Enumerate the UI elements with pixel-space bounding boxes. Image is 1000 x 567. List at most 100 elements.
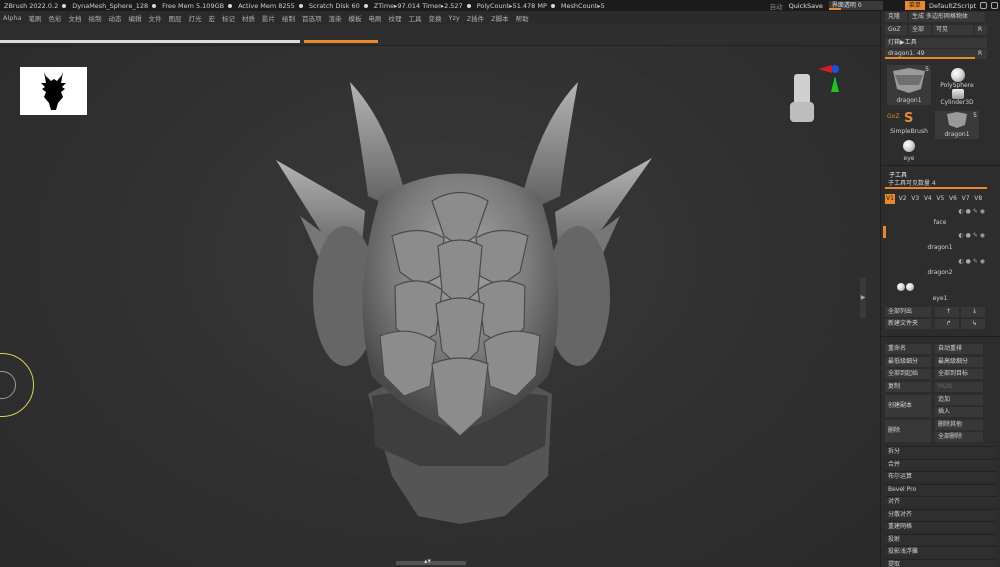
quicksave-button[interactable]: QuickSave xyxy=(789,2,823,10)
menu-item[interactable]: 渲染 xyxy=(328,13,341,23)
subtool-name: dragon2 xyxy=(927,269,953,276)
window-toggle-icon[interactable] xyxy=(991,2,998,9)
version-button-v5[interactable]: V5 xyxy=(935,194,945,204)
r-button[interactable]: R xyxy=(975,25,987,35)
title-bar: ZBrush 2022.0.2 DynaMesh_Sphere_128 Free… xyxy=(0,0,1000,11)
menu-item[interactable]: 影片 xyxy=(262,13,275,23)
section-header[interactable]: 投射 xyxy=(885,533,997,544)
make-polymesh-button[interactable]: 生成 多边形网格物体 xyxy=(909,12,985,22)
navigation-gizmo-icon[interactable] xyxy=(780,64,844,134)
menu-item[interactable]: Alpha xyxy=(3,14,21,22)
create-copy-button[interactable]: 创建副本 xyxy=(885,395,931,417)
move-down-icon[interactable]: ↓ xyxy=(961,307,985,317)
menu-item[interactable]: 首选项 xyxy=(302,13,322,23)
menu-item[interactable]: 模板 xyxy=(348,13,361,23)
version-button-v8[interactable]: V8 xyxy=(973,194,983,204)
menu-item[interactable]: Z脚本 xyxy=(491,13,508,23)
panel-collapse-icon[interactable]: ▶ xyxy=(860,278,866,318)
menu-item[interactable]: 宏 xyxy=(208,13,215,23)
section-header[interactable]: Bevel Pro xyxy=(885,483,997,494)
menu-item[interactable]: Z插件 xyxy=(467,13,484,23)
section-header[interactable]: 拆分 xyxy=(885,446,997,456)
viewport-canvas[interactable]: ▶ ▴▾ xyxy=(0,46,880,567)
eye-sphere-icon xyxy=(897,283,905,291)
default-zscript-button[interactable]: DefaultZScript xyxy=(929,2,976,10)
version-button-v1[interactable]: V1 xyxy=(885,194,895,204)
menu-item[interactable]: 工具 xyxy=(408,13,421,23)
menu-item[interactable]: 图层 xyxy=(168,13,181,23)
goz-button[interactable]: GoZ xyxy=(885,25,907,35)
insert-button[interactable]: 插入 xyxy=(935,407,983,417)
delete-button[interactable]: 删除 xyxy=(885,420,931,442)
section-header[interactable]: 重建网格 xyxy=(885,521,997,531)
subtool-action-button[interactable]: 自动重排 xyxy=(935,344,983,354)
menu-item[interactable]: Yzy xyxy=(448,14,459,22)
menu-button[interactable]: 菜单 xyxy=(904,1,925,10)
section-header[interactable]: 投影浅浮雕 xyxy=(885,546,997,556)
append-button[interactable]: 追加 xyxy=(935,395,983,405)
section-header[interactable]: 提取 xyxy=(885,558,997,567)
delete-all-button[interactable]: 全部删除 xyxy=(935,432,983,442)
version-button-v4[interactable]: V4 xyxy=(923,194,933,204)
subtool-row[interactable]: ◐ ● ✎ ◉ xyxy=(893,231,987,244)
move-up-icon[interactable]: ↑ xyxy=(935,307,959,317)
visible-button[interactable]: 可见 xyxy=(933,25,973,35)
subtool-action-button[interactable]: 复制 xyxy=(885,381,931,392)
subtool-toggle-icons[interactable]: ◐ ● ✎ ◉ xyxy=(959,232,985,239)
subtool-scroll-indicator[interactable] xyxy=(883,226,886,238)
subtool-action-button[interactable]: 最高级细分 xyxy=(935,356,983,367)
menu-item[interactable]: 笔刷 xyxy=(28,13,41,23)
transparency-slider[interactable]: 界面透明 0 xyxy=(828,1,883,10)
delete-other-button[interactable]: 删除其他 xyxy=(935,420,983,430)
menu-item[interactable]: 标记 xyxy=(222,13,235,23)
subtool-header[interactable]: 子工具 xyxy=(889,170,907,179)
menu-item[interactable]: 编辑 xyxy=(128,13,141,23)
menu-item[interactable]: 纹理 xyxy=(388,13,401,23)
subtool-action-button[interactable]: 最低级细分 xyxy=(885,356,931,367)
menu-item[interactable]: 文档 xyxy=(68,13,81,23)
version-button-v2[interactable]: V2 xyxy=(898,194,908,204)
subtool-visible-count-slider[interactable]: 子工具可见数量 4 xyxy=(885,179,987,189)
menu-item[interactable]: 动态 xyxy=(108,13,121,23)
menu-item[interactable]: 变换 xyxy=(428,13,441,23)
version-button-v6[interactable]: V6 xyxy=(948,194,958,204)
section-header[interactable]: 对齐 xyxy=(885,496,997,506)
version-button-v7[interactable]: V7 xyxy=(961,194,971,204)
tool-tile-polysphere[interactable]: PolySphere Cylinder3D xyxy=(935,65,979,106)
tool-tile-dragon1[interactable]: 5 dragon1 xyxy=(887,65,931,105)
menu-item[interactable]: 绘制 xyxy=(88,13,101,23)
clone-button[interactable]: 克隆 xyxy=(885,12,907,22)
menu-item[interactable]: 文件 xyxy=(148,13,161,23)
subtool-toggle-icons[interactable]: ◐ ● ✎ ◉ xyxy=(959,208,985,215)
goz-icon[interactable]: GoZ xyxy=(887,113,899,120)
new-folder-button[interactable]: 新建文件夹 xyxy=(885,319,931,329)
move-up-folder-icon[interactable]: ↱ xyxy=(935,319,959,329)
subtool-action-button[interactable]: Multi xyxy=(935,381,983,392)
subtool-toggle-icons[interactable]: ◐ ● ✎ ◉ xyxy=(959,258,985,265)
move-down-folder-icon[interactable]: ↳ xyxy=(961,319,985,329)
menu-item[interactable]: 色彩 xyxy=(48,13,61,23)
subtool-action-button[interactable]: 全部到目标 xyxy=(935,369,983,379)
tool-tile-eye[interactable]: eye xyxy=(887,139,931,163)
tool-tile-dragon1-b[interactable]: 5 dragon1 xyxy=(935,111,979,139)
window-toggle-icon[interactable] xyxy=(980,2,987,9)
version-button-v3[interactable]: V3 xyxy=(910,194,920,204)
menu-item[interactable]: 帮助 xyxy=(516,13,529,23)
all-button[interactable]: 全部 xyxy=(909,25,931,35)
menu-item[interactable]: 电刷 xyxy=(368,13,381,23)
section-header[interactable]: 合并 xyxy=(885,458,997,469)
list-all-button[interactable]: 全部列出 xyxy=(885,307,931,317)
expand-arrows-icon[interactable]: ▴▾ xyxy=(424,557,431,565)
subtool-row[interactable] xyxy=(893,281,987,294)
lightbox-tools-button[interactable]: 灯箱▶工具 xyxy=(885,38,987,48)
section-header[interactable]: 布尔运算 xyxy=(885,471,997,481)
menu-item[interactable]: 绘制 xyxy=(282,13,295,23)
current-tool-r-button[interactable]: R xyxy=(975,49,987,59)
section-header[interactable]: 分散对齐 xyxy=(885,508,997,519)
subtool-action-button[interactable]: 重命名 xyxy=(885,344,931,354)
current-tool-slider[interactable]: dragon1. 49 xyxy=(885,49,975,59)
subtool-action-button[interactable]: 全部到起始 xyxy=(885,369,931,379)
subtool-row-dragon1[interactable]: dragon1 xyxy=(893,244,987,257)
menu-item[interactable]: 灯光 xyxy=(188,13,201,23)
menu-item[interactable]: 材质 xyxy=(242,13,255,23)
